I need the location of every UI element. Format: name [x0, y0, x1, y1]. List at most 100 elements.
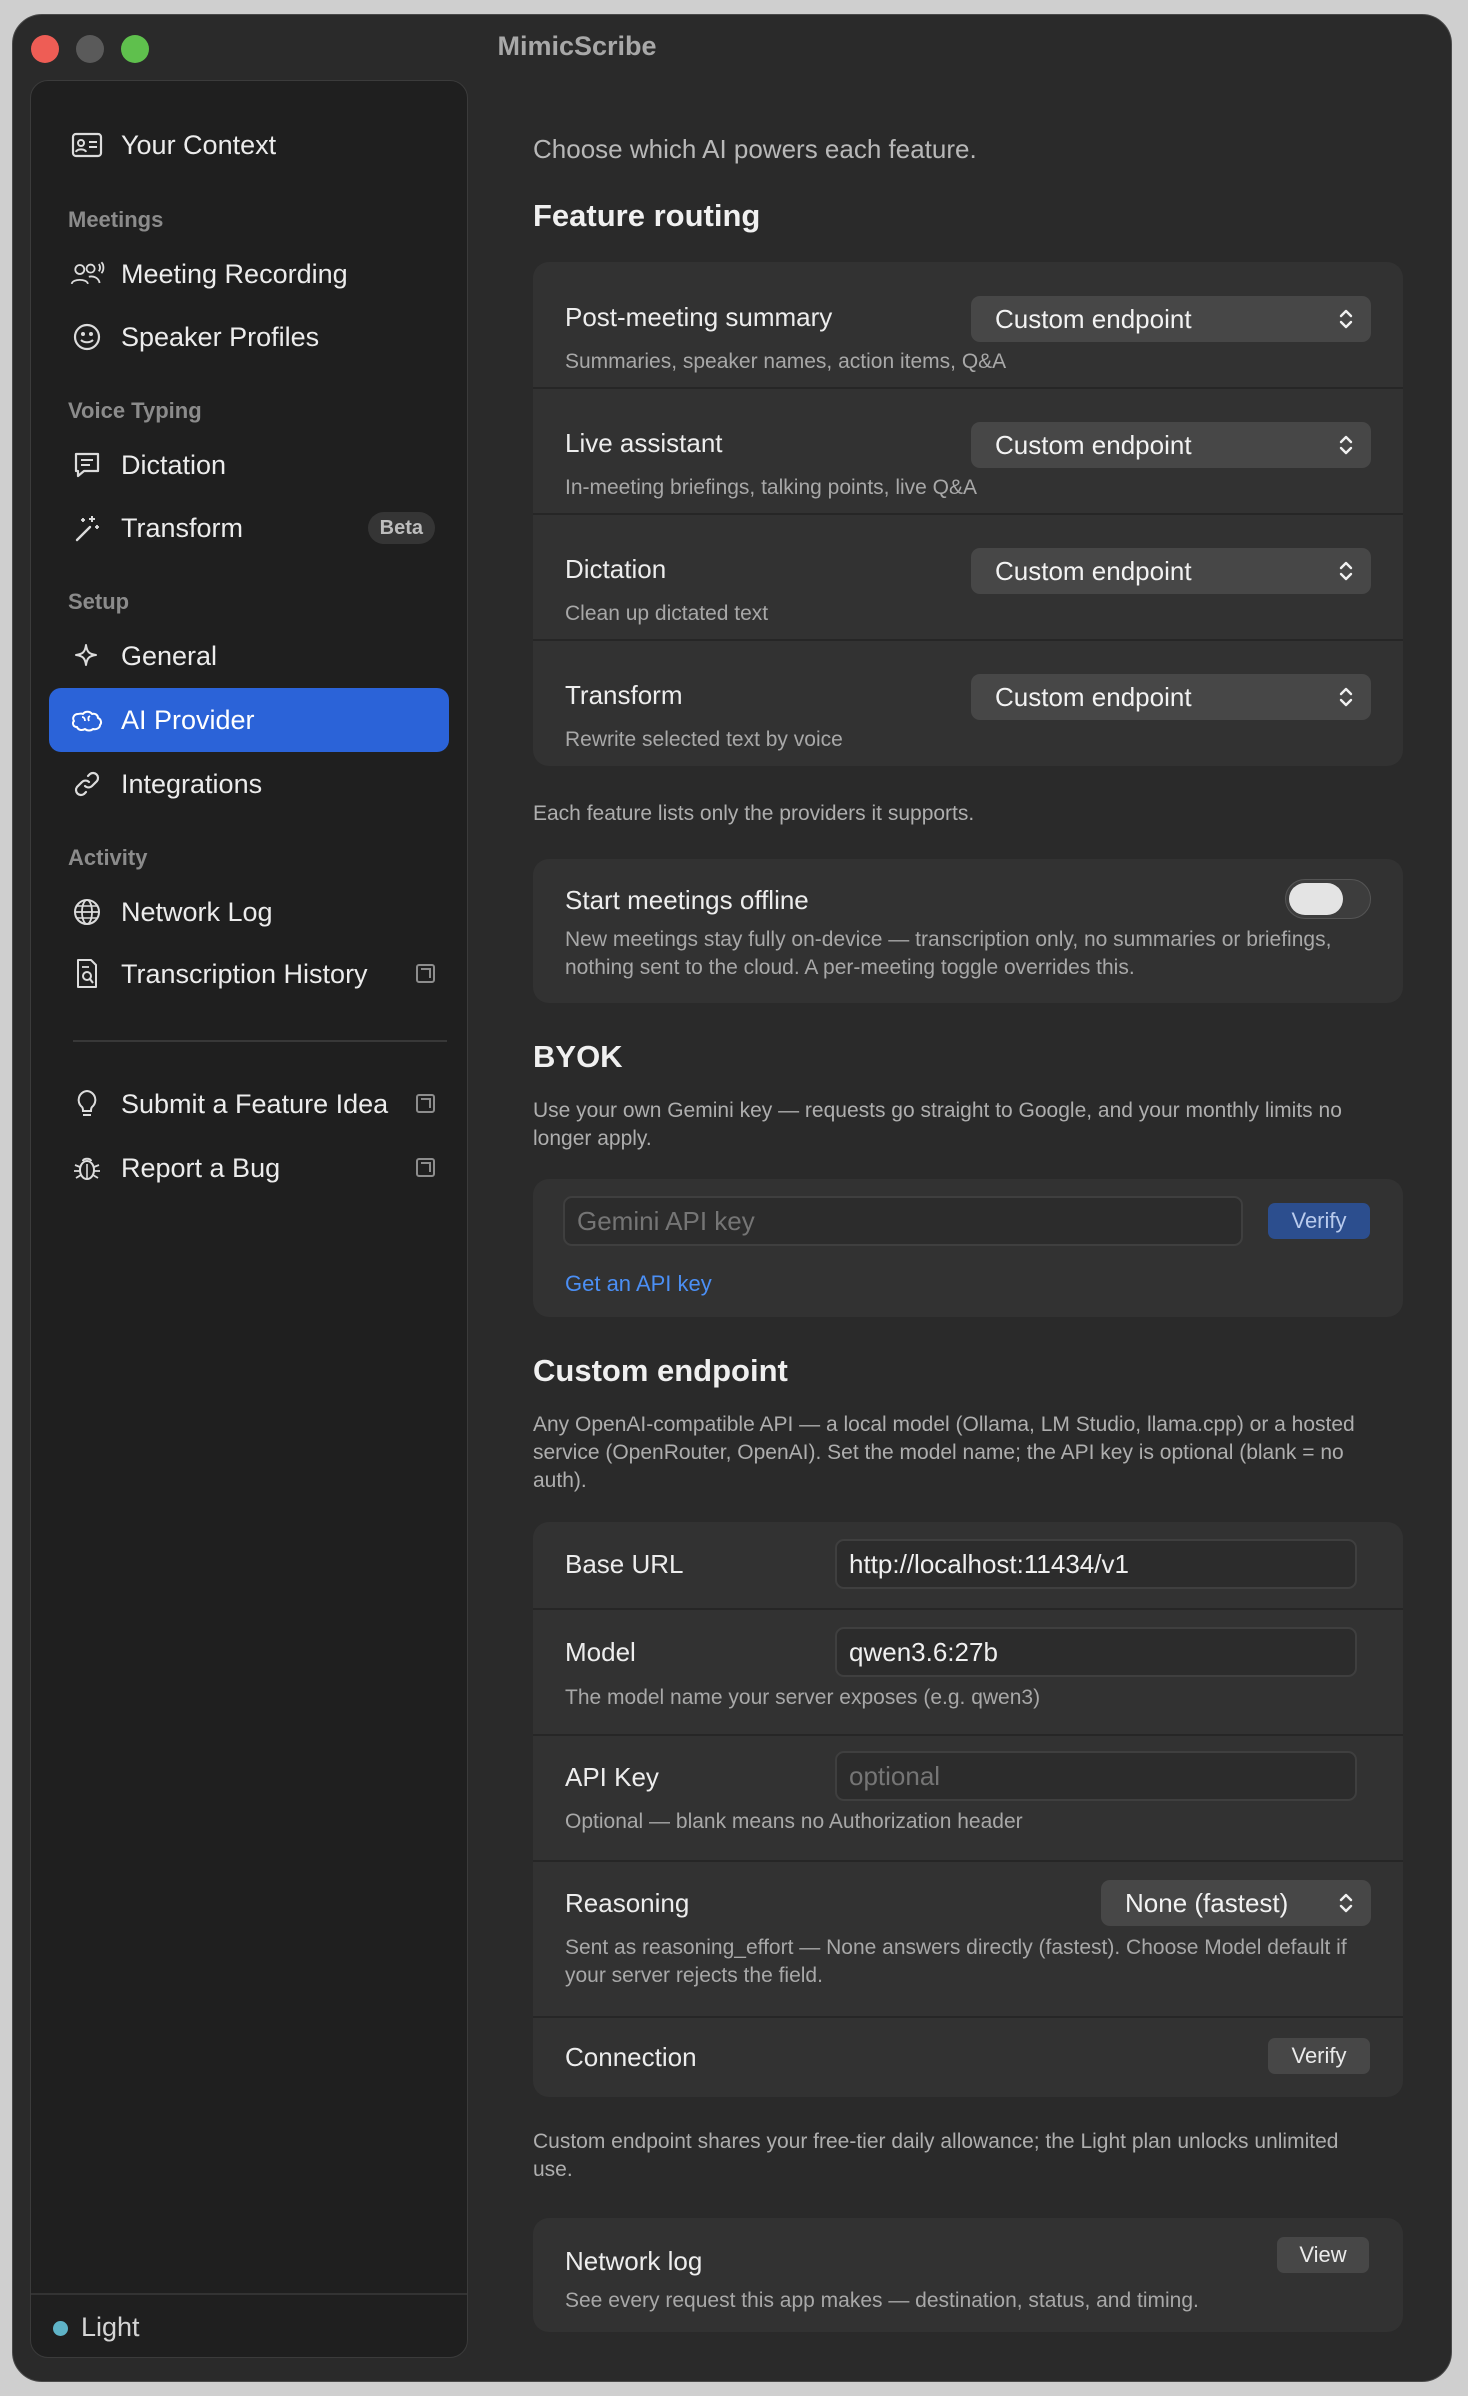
app-window: MimicScribe Your Context Meetings Meetin…	[12, 14, 1452, 2382]
select-value: Custom endpoint	[995, 429, 1192, 460]
offline-card: Start meetings offline New meetings stay…	[533, 859, 1403, 1003]
beta-badge: Beta	[367, 512, 435, 544]
chevron-updown-icon	[1339, 561, 1353, 581]
section-heading-activity: Activity	[68, 845, 148, 870]
network-log-title: Network log	[565, 2246, 703, 2276]
byok-heading: BYOK	[533, 1039, 623, 1074]
row-title: Base URL	[565, 1549, 684, 1579]
byok-description: Use your own Gemini key — requests go st…	[533, 1099, 1342, 1150]
sidebar-item-label: AI Provider	[121, 704, 255, 735]
sidebar-item-dictation[interactable]: Dictation	[49, 433, 449, 497]
sidebar-item-label: General	[121, 640, 218, 671]
provider-select[interactable]: Custom endpoint	[971, 422, 1371, 468]
gemini-api-key-input[interactable]	[563, 1196, 1243, 1246]
connection-verify-button[interactable]: Verify	[1268, 2038, 1370, 2074]
routing-row-post-meeting-summary: Post-meeting summary Summaries, speaker …	[533, 262, 1403, 388]
sparkle-icon	[69, 638, 105, 674]
network-log-view-button[interactable]: View	[1277, 2237, 1369, 2273]
feature-routing-heading: Feature routing	[533, 198, 761, 233]
row-subtitle: In-meeting briefings, talking points, li…	[565, 476, 978, 499]
sidebar-item-label: Network Log	[121, 896, 273, 927]
plan-label: Light	[81, 2312, 140, 2342]
sidebar-item-label: Transcription History	[121, 958, 368, 989]
plan-status[interactable]: Light	[31, 2293, 467, 2357]
offline-description: New meetings stay fully on-device — tran…	[565, 928, 1332, 979]
select-value: Custom endpoint	[995, 303, 1192, 334]
sidebar-item-submit-feature-idea[interactable]: Submit a Feature Idea	[49, 1072, 449, 1136]
offline-toggle[interactable]	[1285, 879, 1371, 919]
byok-card: Verify Get an API key	[533, 1179, 1403, 1317]
face-icon	[69, 319, 105, 355]
sidebar-item-report-bug[interactable]: Report a Bug	[49, 1136, 449, 1200]
routing-row-dictation: Dictation Clean up dictated text Custom …	[533, 514, 1403, 640]
sidebar-item-integrations[interactable]: Integrations	[49, 752, 449, 816]
sidebar-item-speaker-profiles[interactable]: Speaker Profiles	[49, 305, 449, 369]
chevron-updown-icon	[1339, 687, 1353, 707]
api-key-input[interactable]	[835, 1751, 1357, 1801]
model-row: Model qwen3.6:27b The model name your se…	[533, 1610, 1403, 1734]
select-value: None (fastest)	[1125, 1887, 1289, 1918]
document-search-icon	[69, 956, 105, 992]
section-heading-setup: Setup	[68, 589, 130, 614]
custom-endpoint-card: Base URL http://localhost:11434/v1 Model…	[533, 1522, 1403, 2097]
sidebar-item-network-log[interactable]: Network Log	[49, 880, 449, 944]
custom-endpoint-description: Any OpenAI-compatible API — a local mode…	[533, 1413, 1355, 1492]
sidebar-item-your-context[interactable]: Your Context	[49, 113, 449, 177]
brain-icon	[69, 702, 105, 738]
base-url-row: Base URL http://localhost:11434/v1	[533, 1522, 1403, 1608]
sidebar-item-label: Speaker Profiles	[121, 321, 320, 352]
custom-endpoint-note: Custom endpoint shares your free-tier da…	[533, 2130, 1339, 2181]
byok-verify-button[interactable]: Verify	[1268, 1203, 1370, 1239]
chevron-updown-icon	[1339, 1893, 1353, 1913]
row-hint: Sent as reasoning_effort — None answers …	[565, 1936, 1347, 1987]
sidebar-item-general[interactable]: General	[49, 624, 449, 688]
toggle-knob	[1289, 883, 1343, 915]
routing-note: Each feature lists only the providers it…	[533, 802, 975, 825]
globe-icon	[69, 894, 105, 930]
external-link-icon	[416, 964, 435, 983]
provider-select[interactable]: Custom endpoint	[971, 296, 1371, 342]
sidebar-divider	[73, 1040, 447, 1042]
sidebar-item-ai-provider[interactable]: AI Provider	[49, 688, 449, 752]
routing-row-live-assistant: Live assistant In-meeting briefings, tal…	[533, 388, 1403, 514]
id-card-icon	[69, 127, 105, 163]
sidebar-item-label: Submit a Feature Idea	[121, 1088, 389, 1119]
bug-icon	[69, 1150, 105, 1186]
people-wave-icon	[69, 256, 105, 292]
row-title: Reasoning	[565, 1888, 690, 1918]
message-icon	[69, 447, 105, 483]
row-title: Post-meeting summary	[565, 302, 833, 332]
custom-endpoint-heading: Custom endpoint	[533, 1353, 788, 1388]
sidebar-item-label: Dictation	[121, 449, 227, 480]
sidebar: Your Context Meetings Meeting Recording …	[30, 80, 468, 2358]
reasoning-row: Reasoning None (fastest) Sent as reasoni…	[533, 1862, 1403, 2014]
select-value: Custom endpoint	[995, 681, 1192, 712]
external-link-icon	[416, 1094, 435, 1113]
lightbulb-icon	[69, 1086, 105, 1122]
base-url-input[interactable]: http://localhost:11434/v1	[835, 1539, 1357, 1589]
model-input[interactable]: qwen3.6:27b	[835, 1627, 1357, 1677]
get-api-key-link[interactable]: Get an API key	[565, 1271, 712, 1297]
link-icon	[69, 766, 105, 802]
row-title: Connection	[565, 2042, 697, 2072]
main-content: Choose which AI powers each feature. Fea…	[533, 15, 1403, 2381]
sidebar-item-label: Your Context	[121, 129, 277, 160]
sidebar-item-meeting-recording[interactable]: Meeting Recording	[49, 242, 449, 306]
row-subtitle: Rewrite selected text by voice	[565, 728, 843, 751]
provider-select[interactable]: Custom endpoint	[971, 674, 1371, 720]
row-title: Dictation	[565, 554, 667, 584]
api-key-row: API Key Optional — blank means no Author…	[533, 1736, 1403, 1860]
offline-title: Start meetings offline	[565, 885, 809, 915]
provider-select[interactable]: Custom endpoint	[971, 548, 1371, 594]
reasoning-select[interactable]: None (fastest)	[1101, 1880, 1371, 1926]
magic-wand-icon	[69, 510, 105, 546]
row-title: Model	[565, 1637, 636, 1667]
network-log-card: Network log See every request this app m…	[533, 2218, 1403, 2332]
connection-row: Connection Verify	[533, 2018, 1403, 2097]
sidebar-item-transcription-history[interactable]: Transcription History	[49, 942, 449, 1006]
external-link-icon	[416, 1158, 435, 1177]
chevron-updown-icon	[1339, 309, 1353, 329]
sidebar-item-label: Transform	[121, 512, 244, 543]
sidebar-item-label: Meeting Recording	[121, 258, 348, 289]
sidebar-item-transform[interactable]: Transform Beta	[49, 496, 449, 560]
